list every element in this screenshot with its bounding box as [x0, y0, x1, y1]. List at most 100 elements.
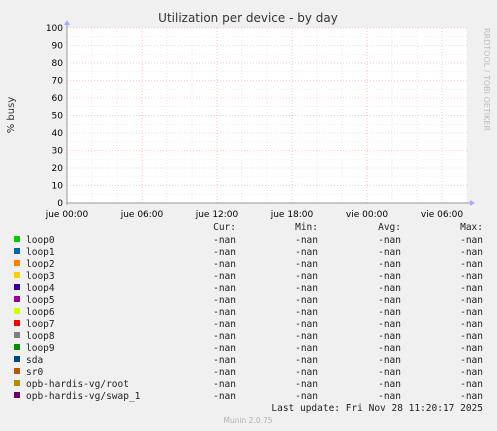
legend-value-max: -nan: [460, 391, 483, 402]
legend-value-cur: -nan: [213, 331, 236, 342]
legend-value-min: -nan: [295, 307, 318, 318]
y-tick-label: 20: [52, 164, 64, 174]
legend-series-name: loop8: [26, 331, 55, 342]
legend-value-max: -nan: [460, 271, 483, 282]
legend-value-max: -nan: [460, 235, 483, 246]
legend-value-min: -nan: [295, 247, 318, 258]
legend-header: Max:: [460, 222, 483, 233]
legend-value-min: -nan: [295, 391, 318, 402]
legend-value-avg: -nan: [378, 271, 401, 282]
legend-value-cur: -nan: [213, 307, 236, 318]
legend-value-min: -nan: [295, 331, 318, 342]
legend-value-avg: -nan: [378, 343, 401, 354]
legend-value-min: -nan: [295, 355, 318, 366]
legend-series-name: loop4: [26, 283, 55, 294]
legend-value-cur: -nan: [213, 379, 236, 390]
legend-series-name: loop5: [26, 295, 55, 306]
legend-value-max: -nan: [460, 307, 483, 318]
legend-swatch: [14, 308, 20, 314]
legend-value-avg: -nan: [378, 367, 401, 378]
legend-value-cur: -nan: [213, 367, 236, 378]
legend-value-cur: -nan: [213, 235, 236, 246]
legend-value-max: -nan: [460, 343, 483, 354]
legend-value-min: -nan: [295, 235, 318, 246]
munin-chart: Utilization per device - by day % busy R…: [0, 0, 497, 431]
chart-title: Utilization per device - by day: [158, 11, 338, 25]
legend-header: Min:: [295, 222, 318, 233]
legend-value-max: -nan: [460, 259, 483, 270]
y-tick-label: 60: [52, 94, 64, 104]
legend-value-min: -nan: [295, 379, 318, 390]
legend-swatch: [14, 236, 20, 242]
legend-value-avg: -nan: [378, 247, 401, 258]
legend-value-min: -nan: [295, 367, 318, 378]
legend-value-avg: -nan: [378, 391, 401, 402]
legend-value-cur: -nan: [213, 343, 236, 354]
legend-value-min: -nan: [295, 283, 318, 294]
legend-value-avg: -nan: [378, 307, 401, 318]
legend-value-min: -nan: [295, 259, 318, 270]
legend-header: Avg:: [378, 222, 401, 233]
legend-value-cur: -nan: [213, 259, 236, 270]
legend-value-max: -nan: [460, 319, 483, 330]
y-tick-label: 40: [52, 129, 64, 139]
x-tick-label: vie 00:00: [346, 210, 388, 220]
legend-value-max: -nan: [460, 247, 483, 258]
legend-value-max: -nan: [460, 331, 483, 342]
legend-value-cur: -nan: [213, 355, 236, 366]
y-tick-label: 10: [52, 182, 64, 192]
legend-value-avg: -nan: [378, 355, 401, 366]
legend-swatch: [14, 272, 20, 278]
legend-series-name: opb-hardis-vg/root: [26, 379, 129, 390]
legend-value-avg: -nan: [378, 379, 401, 390]
legend-value-max: -nan: [460, 283, 483, 294]
legend-value-max: -nan: [460, 379, 483, 390]
legend-swatch: [14, 368, 20, 374]
legend-value-cur: -nan: [213, 283, 236, 294]
legend-series-name: loop7: [26, 319, 55, 330]
y-tick-label: 90: [52, 42, 64, 52]
legend-value-min: -nan: [295, 271, 318, 282]
x-tick-label: vie 06:00: [421, 210, 463, 220]
legend-swatch: [14, 380, 20, 386]
legend-value-avg: -nan: [378, 259, 401, 270]
legend-series-name: loop6: [26, 307, 55, 318]
legend-header: Cur:: [213, 222, 236, 233]
legend-value-cur: -nan: [213, 391, 236, 402]
legend-swatch: [14, 332, 20, 338]
legend-value-max: -nan: [460, 355, 483, 366]
x-tick-label: jue 12:00: [195, 210, 239, 220]
legend-value-cur: -nan: [213, 247, 236, 258]
legend-value-min: -nan: [295, 319, 318, 330]
legend-value-avg: -nan: [378, 283, 401, 294]
legend-swatch: [14, 320, 20, 326]
legend-value-avg: -nan: [378, 319, 401, 330]
last-update: Last update: Fri Nov 28 11:20:17 2025: [271, 403, 483, 414]
y-tick-label: 80: [52, 59, 64, 69]
x-tick-label: jue 18:00: [270, 210, 314, 220]
legend-series-name: sr0: [26, 367, 43, 378]
x-tick-label: jue 06:00: [120, 210, 164, 220]
legend-value-cur: -nan: [213, 271, 236, 282]
legend-value-avg: -nan: [378, 295, 401, 306]
legend-swatch: [14, 356, 20, 362]
legend-value-max: -nan: [460, 367, 483, 378]
footer-version: Munin 2.0.75: [223, 416, 272, 425]
y-tick-label: 100: [46, 24, 63, 34]
legend-swatch: [14, 296, 20, 302]
legend-series-name: loop1: [26, 247, 55, 258]
legend-value-min: -nan: [295, 343, 318, 354]
legend-series-name: sda: [26, 355, 43, 366]
rrdtool-watermark: RRDTOOL / TOBI OETIKER: [482, 28, 491, 131]
legend-swatch: [14, 248, 20, 254]
legend-value-cur: -nan: [213, 319, 236, 330]
legend-value-max: -nan: [460, 295, 483, 306]
legend-value-avg: -nan: [378, 235, 401, 246]
legend-series-name: opb-hardis-vg/swap_1: [26, 391, 141, 402]
y-tick-label: 30: [52, 147, 64, 157]
legend-value-avg: -nan: [378, 331, 401, 342]
legend-swatch: [14, 392, 20, 398]
legend-series-name: loop9: [26, 343, 55, 354]
x-tick-label: jue 00:00: [45, 210, 89, 220]
legend-series-name: loop3: [26, 271, 55, 282]
